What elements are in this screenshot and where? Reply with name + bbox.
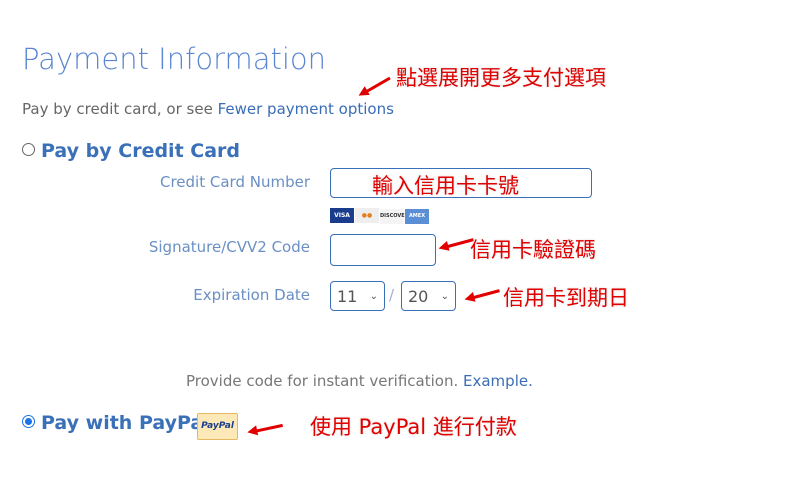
arrow-icon	[253, 423, 283, 434]
expiry-separator: /	[389, 286, 395, 304]
visa-icon: VISA	[330, 208, 354, 223]
verification-text: Provide code for instant verification.	[186, 372, 464, 390]
verification-note: Provide code for instant verification. E…	[186, 372, 533, 390]
expiry-month-select[interactable]: 11 ⌄	[330, 281, 385, 311]
example-link[interactable]: Example.	[463, 372, 533, 390]
card-number-label: Credit Card Number	[160, 173, 310, 191]
annotation-expiry: 信用卡到期日	[503, 286, 629, 310]
subtitle-text: Pay by credit card, or see	[22, 100, 218, 118]
expiry-month-value: 11	[337, 286, 358, 306]
paypal-option[interactable]: Pay with PayPal	[22, 412, 210, 434]
amex-icon: AMEX	[405, 209, 429, 224]
arrow-icon	[470, 289, 500, 300]
expiry-year-select[interactable]: 20 ⌄	[401, 281, 456, 311]
paypal-logo: PayPal	[197, 413, 238, 440]
credit-card-option[interactable]: Pay by Credit Card	[22, 140, 240, 162]
arrow-icon	[363, 76, 391, 95]
subtitle: Pay by credit card, or see Fewer payment…	[22, 100, 394, 118]
credit-card-radio[interactable]	[22, 143, 35, 156]
paypal-option-label: Pay with PayPal	[41, 412, 210, 434]
page-title: Payment Information	[22, 42, 327, 76]
mastercard-icon: ●●	[355, 208, 379, 223]
annotation-card-number: 輸入信用卡卡號	[372, 174, 519, 198]
chevron-down-icon: ⌄	[440, 290, 449, 302]
paypal-radio[interactable]	[22, 415, 35, 428]
credit-card-option-label: Pay by Credit Card	[41, 140, 240, 162]
fewer-options-link[interactable]: Fewer payment options	[218, 100, 394, 118]
accepted-cards: VISA ●● DISCOVERAMEX	[330, 202, 430, 224]
annotation-cvv: 信用卡驗證碼	[470, 238, 596, 262]
cvv-input[interactable]	[330, 234, 436, 266]
expiry-label: Expiration Date	[193, 286, 310, 304]
expiry-year-value: 20	[408, 286, 429, 306]
discover-icon: DISCOVER	[380, 209, 409, 224]
annotation-options: 點選展開更多支付選項	[396, 66, 606, 90]
annotation-paypal: 使用 PayPal 進行付款	[310, 415, 517, 439]
chevron-down-icon: ⌄	[369, 290, 378, 302]
cvv-label: Signature/CVV2 Code	[148, 238, 310, 256]
